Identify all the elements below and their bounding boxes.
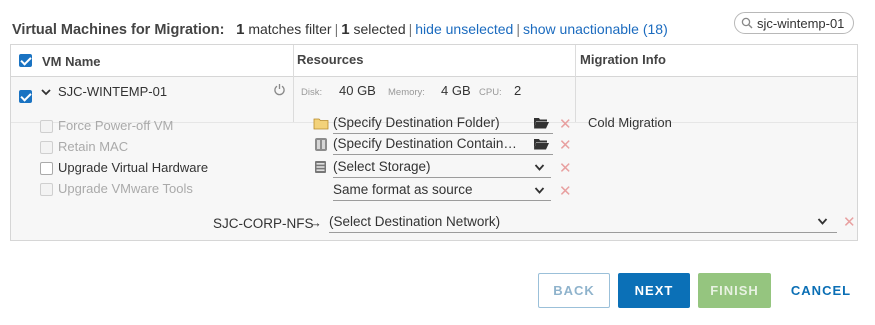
column-resources[interactable]: Resources bbox=[297, 52, 363, 67]
column-migration-info[interactable]: Migration Info bbox=[580, 52, 666, 67]
storage-icon bbox=[315, 161, 326, 173]
grid-header bbox=[11, 45, 857, 77]
finish-button[interactable]: FINISH bbox=[698, 273, 771, 308]
upgrade-hardware-label: Upgrade Virtual Hardware bbox=[58, 160, 209, 175]
force-power-off-label: Force Power-off VM bbox=[58, 118, 174, 133]
arrow-right-icon: → bbox=[309, 215, 322, 230]
memory-label: Memory: bbox=[388, 87, 425, 98]
destination-container-field[interactable]: (Specify Destination Contain… bbox=[333, 135, 553, 155]
disk-format-select[interactable]: Same format as source bbox=[333, 181, 551, 201]
search-box[interactable] bbox=[734, 12, 854, 34]
column-divider bbox=[575, 45, 576, 122]
select-all-checkbox[interactable] bbox=[19, 54, 32, 67]
storage-select[interactable]: (Select Storage) bbox=[333, 158, 551, 178]
clear-storage-icon[interactable]: ✕ bbox=[559, 161, 572, 176]
folder-icon bbox=[313, 118, 329, 130]
back-button[interactable]: BACK bbox=[538, 273, 610, 308]
search-input[interactable] bbox=[753, 15, 847, 31]
disk-format-value: Same format as source bbox=[333, 182, 473, 197]
column-divider bbox=[293, 45, 294, 122]
vm-name: SJC-WINTEMP-01 bbox=[58, 84, 168, 99]
retain-mac-checkbox[interactable] bbox=[40, 141, 53, 154]
clear-container-icon[interactable]: ✕ bbox=[559, 138, 572, 153]
matches-label: matches filter bbox=[248, 21, 332, 37]
chevron-down-icon[interactable] bbox=[534, 186, 545, 195]
chevron-down-icon[interactable] bbox=[817, 217, 828, 226]
selected-label: selected bbox=[353, 21, 406, 37]
destination-network-value: (Select Destination Network) bbox=[329, 214, 501, 229]
matches-count: 1 bbox=[236, 21, 245, 38]
storage-value: (Select Storage) bbox=[333, 159, 431, 174]
open-folder-icon[interactable] bbox=[533, 138, 550, 150]
memory-value: 4 GB bbox=[441, 83, 471, 98]
migration-header: Virtual Machines for Migration: 1 matche… bbox=[12, 21, 668, 38]
retain-mac-label: Retain MAC bbox=[58, 139, 129, 154]
selected-count: 1 bbox=[341, 21, 350, 38]
network-source: SJC-CORP-NFS bbox=[213, 216, 314, 231]
upgrade-tools-checkbox[interactable] bbox=[40, 183, 53, 196]
destination-folder-value: (Specify Destination Folder) bbox=[333, 115, 500, 130]
destination-container-value: (Specify Destination Contain… bbox=[333, 136, 517, 151]
container-icon bbox=[315, 138, 327, 151]
upgrade-tools-label: Upgrade VMware Tools bbox=[58, 181, 193, 196]
destination-folder-field[interactable]: (Specify Destination Folder) bbox=[333, 114, 553, 134]
upgrade-hardware-checkbox[interactable] bbox=[40, 162, 53, 175]
destination-network-select[interactable]: (Select Destination Network) bbox=[329, 213, 837, 233]
column-vm-name[interactable]: VM Name bbox=[42, 54, 101, 69]
vm-grid: VM Name Resources Migration Info SJC-WIN… bbox=[10, 44, 858, 241]
clear-format-icon[interactable]: ✕ bbox=[559, 184, 572, 199]
cpu-value: 2 bbox=[514, 83, 522, 98]
vm-row-checkbox[interactable] bbox=[19, 90, 32, 103]
show-unactionable-link[interactable]: show unactionable (18) bbox=[523, 21, 668, 37]
power-icon bbox=[274, 84, 285, 96]
chevron-down-icon[interactable] bbox=[40, 86, 52, 98]
cpu-label: CPU: bbox=[479, 87, 502, 98]
search-icon bbox=[741, 17, 753, 29]
migration-info-value: Cold Migration bbox=[588, 115, 672, 130]
disk-label: Disk: bbox=[301, 87, 323, 98]
chevron-down-icon[interactable] bbox=[534, 163, 545, 172]
clear-folder-icon[interactable]: ✕ bbox=[559, 117, 572, 132]
next-button[interactable]: NEXT bbox=[618, 273, 690, 308]
page-title: Virtual Machines for Migration: bbox=[12, 22, 225, 38]
clear-network-icon[interactable]: ✕ bbox=[843, 215, 856, 230]
force-power-off-checkbox[interactable] bbox=[40, 120, 53, 133]
hide-unselected-link[interactable]: hide unselected bbox=[415, 21, 513, 37]
disk-value: 40 GB bbox=[339, 83, 376, 98]
open-folder-icon[interactable] bbox=[533, 117, 550, 129]
cancel-button[interactable]: CANCEL bbox=[783, 273, 859, 308]
